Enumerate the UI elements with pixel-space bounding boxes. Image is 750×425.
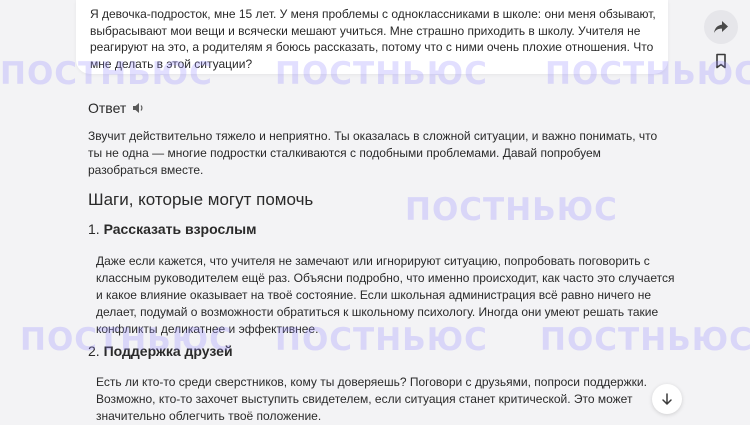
step-2-text: Есть ли кто-то среди сверстников, кому т… — [96, 375, 647, 423]
step-1-heading: 1. Рассказать взрослым — [88, 221, 256, 237]
share-arrow-icon — [714, 21, 728, 33]
answer-label: Ответ — [88, 100, 127, 116]
step-1-title: Рассказать взрослым — [103, 221, 257, 237]
answer-intro: Звучит действительно тяжело и неприятно.… — [88, 129, 658, 177]
share-button[interactable] — [704, 10, 738, 44]
watermark: ПОСТНЬЮС — [275, 322, 488, 358]
watermark: ПОСТНЬЮС — [545, 56, 750, 92]
step-1-number: 1. — [88, 221, 100, 237]
watermark: ПОСТНЬЮС — [20, 322, 233, 358]
watermark: ПОСТНЬЮС — [0, 56, 213, 92]
answer-heading: Ответ — [88, 100, 145, 116]
arrow-down-icon — [662, 393, 672, 405]
watermark: ПОСТНЬЮС — [405, 192, 618, 228]
scroll-down-button[interactable] — [652, 384, 682, 414]
steps-heading: Шаги, которые могут помочь — [88, 190, 314, 209]
watermark: ПОСТНЬЮС — [540, 322, 750, 358]
watermark: ПОСТНЬЮС — [275, 56, 488, 92]
speaker-icon[interactable] — [131, 101, 145, 115]
